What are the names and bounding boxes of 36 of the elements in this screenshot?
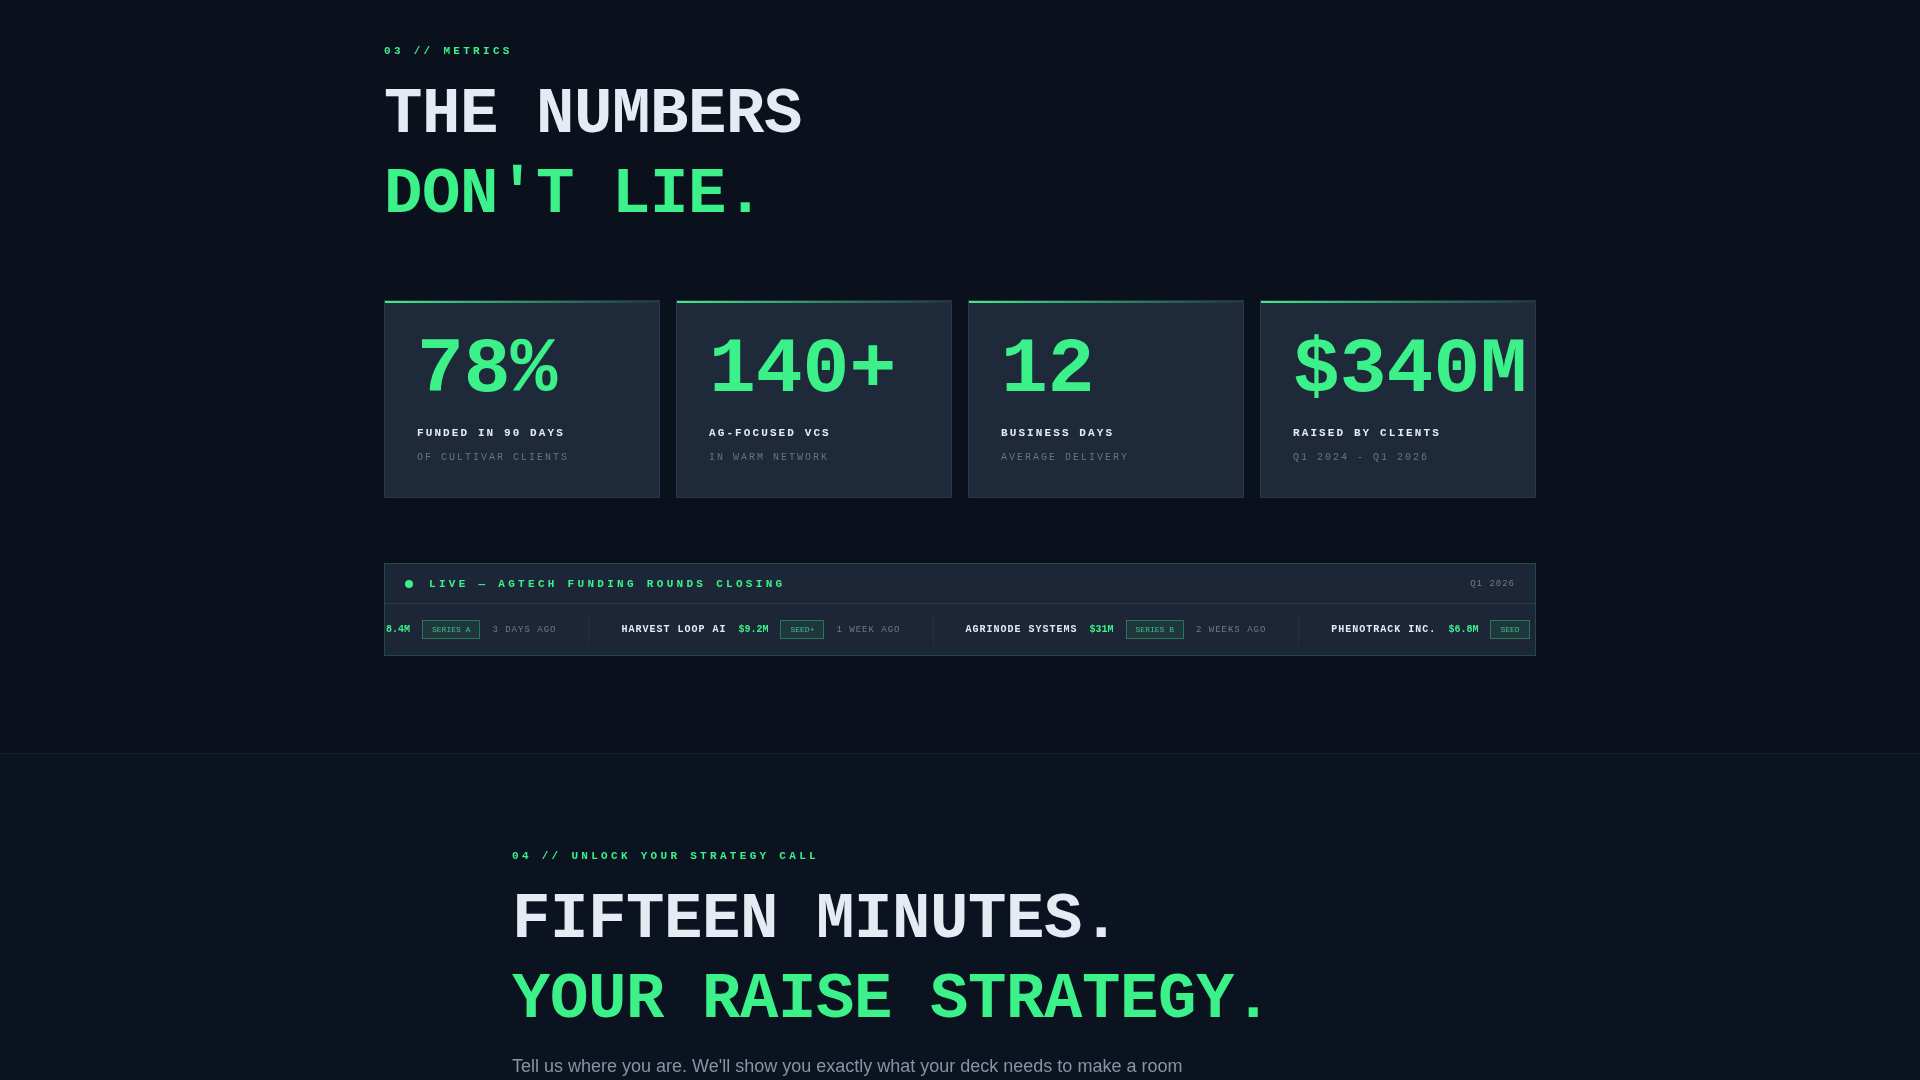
- round-time: 3 DAYS AGO: [492, 623, 557, 636]
- company-name: HARVEST LOOP AI: [621, 622, 727, 637]
- round-amount: $9.2M: [738, 622, 769, 637]
- ticker-period: Q1 2026: [1470, 577, 1515, 590]
- headline-accent: YOUR RAISE STRATEGY.: [512, 963, 1273, 1038]
- stage-tag: SEED: [1490, 620, 1530, 639]
- live-dot-icon: [405, 579, 413, 588]
- stat-label: FUNDED IN 90 DAYS: [417, 426, 565, 440]
- round-amount: $31M: [1089, 622, 1114, 637]
- stage-tag: SERIES B: [1125, 620, 1184, 639]
- stat-label: AG-FOCUSED VCS: [709, 426, 831, 440]
- stat-value: 12: [1001, 331, 1095, 409]
- stat-value: 140+: [709, 331, 897, 409]
- stat-value: $340M: [1293, 331, 1528, 409]
- stat-caption: Q1 2024 - Q1 2026: [1293, 451, 1430, 465]
- stage-tag: SERIES A: [422, 620, 481, 639]
- company-name: PHENOTRACK INC.: [1331, 622, 1437, 637]
- stat-label: BUSINESS DAYS: [1001, 426, 1115, 440]
- stat-value: 78%: [417, 331, 558, 409]
- section-label: 04 // UNLOCK YOUR STRATEGY CALL: [512, 849, 819, 864]
- stat-caption: OF CULTIVAR CLIENTS: [417, 451, 570, 465]
- headline: THE NUMBERS: [384, 78, 803, 153]
- section-label: 03 // METRICS: [384, 44, 513, 59]
- stat-caption: IN WARM NETWORK: [709, 451, 829, 465]
- round-time: 1 WEEK AGO: [836, 623, 901, 636]
- intro-text: Tell us where you are. We'll show you exactly what your deck needs to make a room: [512, 1055, 1183, 1078]
- round-amount: $6.8M: [1448, 622, 1479, 637]
- round-amount: 8.4M: [386, 622, 410, 637]
- stat-label: RAISED BY CLIENTS: [1293, 426, 1441, 440]
- company-name: AGRINODE SYSTEMS: [965, 622, 1078, 637]
- stage-tag: SEED+: [780, 620, 825, 639]
- round-time: 2 WEEKS AGO: [1195, 623, 1267, 636]
- stat-caption: AVERAGE DELIVERY: [1001, 451, 1129, 465]
- headline: FIFTEEN MINUTES.: [512, 883, 1121, 958]
- headline-accent: DON'T LIE.: [384, 158, 765, 233]
- ticker-title: LIVE — AGTECH FUNDING ROUNDS CLOSING: [429, 576, 786, 591]
